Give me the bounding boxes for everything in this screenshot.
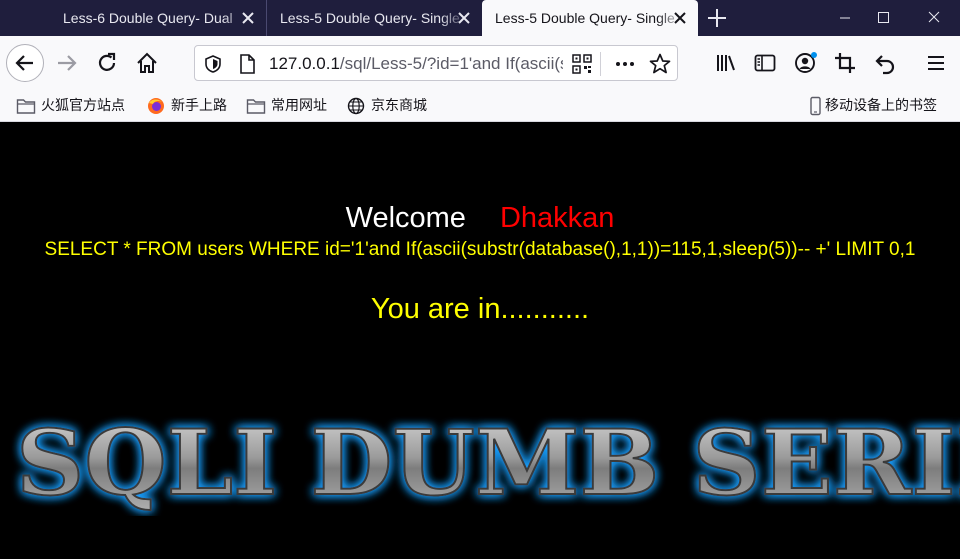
close-icon[interactable] [456,10,472,26]
bookmark-label: 京东商城 [371,98,427,114]
tab-title: Less-6 Double Query- Dual [63,10,233,26]
window-close-icon[interactable] [911,0,957,36]
sql-query-text: SELECT * FROM users WHERE id='1'and If(a… [44,239,916,260]
address-bar[interactable]: 127.0.0.1/sql/Less-5/?id=1'and If(ascii(… [194,45,678,81]
mobile-bookmarks-label: 移动设备上的书签 [825,98,937,114]
arrow-left-icon [15,55,33,71]
reload-icon[interactable] [93,49,121,77]
menu-icon[interactable] [922,49,950,77]
tab-title: Less-5 Double Query- Single [495,10,675,26]
more-icon[interactable] [613,53,637,75]
bookmark-item[interactable]: 常用网址 [246,95,336,117]
globe-icon [347,97,365,115]
maximize-icon[interactable] [860,0,906,36]
mobile-icon [810,96,821,116]
star-icon[interactable] [648,52,672,76]
sidebar-icon[interactable] [751,49,779,77]
qr-code-icon[interactable] [571,53,593,75]
account-icon[interactable] [791,49,819,77]
tab-strip: Less-6 Double Query- Dual Less-5 Double … [0,0,960,36]
bookmark-item[interactable]: 京东商城 [346,95,436,117]
new-tab-icon[interactable] [702,5,732,31]
tab-less6[interactable]: Less-6 Double Query- Dual [50,0,266,36]
shield-icon[interactable] [203,54,223,74]
url-divider [600,52,601,76]
tab-less5-active[interactable]: Less-5 Double Query- Single [482,0,698,36]
bookmark-item[interactable]: 新手上路 [146,95,236,117]
bookmark-item[interactable]: 火狐官方站点 [16,95,138,117]
forward-icon[interactable] [53,49,81,77]
tab-less5-a[interactable]: Less-5 Double Query- Single [266,0,482,36]
page-content: Welcome Dhakkan SELECT * FROM users WHERE… [0,123,960,559]
bookmark-label: 火狐官方站点 [41,98,125,114]
sqli-banner: SQLI DUMB SERIES [0,406,960,516]
folder-icon [16,99,36,114]
back-button[interactable] [6,44,44,82]
mobile-bookmarks[interactable]: 移动设备上的书签 [808,95,948,117]
url-host: 127.0.0.1 [269,54,340,73]
welcome-line: Welcome Dhakkan [0,201,960,235]
url-path: /sql/Less-5/?id=1'and If(ascii(substr(da… [339,54,563,73]
banner-logo: SQLI DUMB SERIES [15,409,960,516]
crop-icon[interactable] [831,49,859,77]
user-name: Dhakkan [499,202,615,234]
page-icon[interactable] [237,53,257,75]
banner-text: SQLI DUMB SERIES [16,410,960,516]
library-icon[interactable] [712,49,740,77]
bookmark-label: 新手上路 [171,98,227,114]
bookmarks-toolbar: 火狐官方站点 新手上路 常用网址 京东商城 移动设备上的书签 [0,90,960,122]
firefox-icon [148,98,164,114]
close-icon[interactable] [240,10,256,26]
undo-icon[interactable] [871,49,899,77]
result-message: You are in........... [370,293,590,325]
bookmark-label: 常用网址 [271,98,327,114]
folder-icon [246,99,266,114]
url-text[interactable]: 127.0.0.1/sql/Less-5/?id=1'and If(ascii(… [269,54,563,74]
tab-title: Less-5 Double Query- Single [280,10,460,26]
home-icon[interactable] [133,49,161,77]
close-icon[interactable] [672,10,688,26]
welcome-text: Welcome [345,202,466,234]
